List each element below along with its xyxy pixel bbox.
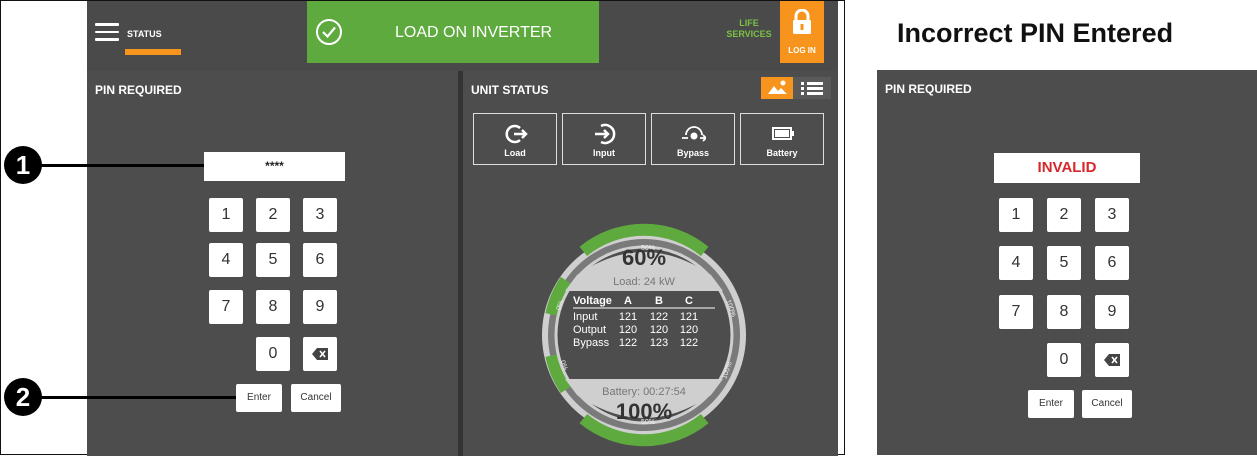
load-percent: 60% bbox=[622, 245, 666, 270]
status-gauge: 50% 0% 100% 0% 100% 50% 60% Load: 24 kW … bbox=[542, 223, 746, 447]
backspace-icon bbox=[312, 348, 328, 360]
input-row-c: 121 bbox=[680, 311, 698, 323]
backspace-icon bbox=[1104, 354, 1120, 366]
key-8[interactable]: 8 bbox=[256, 290, 290, 324]
pin-input[interactable]: **** bbox=[204, 152, 345, 181]
bypass-row-b: 123 bbox=[650, 337, 668, 349]
incorrect-panel-title: PIN REQUIRED bbox=[885, 82, 972, 96]
key-8[interactable]: 8 bbox=[1047, 295, 1081, 329]
key-4[interactable]: 4 bbox=[999, 246, 1033, 280]
login-button[interactable]: LOG IN bbox=[780, 1, 824, 63]
callout-2-line bbox=[34, 396, 236, 399]
lock-icon bbox=[793, 9, 811, 34]
backspace-key[interactable] bbox=[1095, 343, 1129, 377]
output-row-b: 120 bbox=[650, 324, 668, 336]
phase-a-header: A bbox=[624, 295, 632, 307]
input-row-label: Input bbox=[573, 311, 597, 323]
key-6[interactable]: 6 bbox=[1095, 246, 1129, 280]
key-7[interactable]: 7 bbox=[209, 290, 243, 324]
bypass-row-label: Bypass bbox=[573, 337, 610, 349]
banner-text: LOAD ON INVERTER bbox=[395, 24, 553, 41]
backspace-key[interactable] bbox=[303, 337, 337, 371]
unit-status-panel: UNIT STATUS Load Input Bypass Battery 50… bbox=[463, 71, 838, 456]
key-7[interactable]: 7 bbox=[999, 295, 1033, 329]
view-toggle[interactable] bbox=[761, 77, 831, 99]
incorrect-pin-panel: PIN REQUIRED INVALID 1 2 3 4 5 6 7 8 9 0… bbox=[877, 70, 1257, 455]
incorrect-pin-title: Incorrect PIN Entered bbox=[897, 18, 1174, 48]
status-tab[interactable]: STATUS bbox=[127, 29, 162, 39]
phase-c-header: C bbox=[685, 295, 693, 307]
login-label: LOG IN bbox=[788, 46, 816, 55]
check-circle-icon bbox=[316, 19, 342, 45]
left-screenshot-frame: STATUS LOAD ON INVERTER LIFE SERVICES LO… bbox=[0, 0, 845, 456]
callout-2: 2 bbox=[4, 378, 42, 416]
voltage-header: Voltage bbox=[573, 295, 612, 307]
bypass-row-c: 122 bbox=[680, 337, 698, 349]
key-4[interactable]: 4 bbox=[209, 243, 243, 277]
callout-1: 1 bbox=[4, 146, 42, 184]
key-6[interactable]: 6 bbox=[303, 243, 337, 277]
pin-panel-title: PIN REQUIRED bbox=[95, 83, 182, 97]
unit-status-title: UNIT STATUS bbox=[471, 83, 549, 97]
enter-button[interactable]: Enter bbox=[236, 384, 282, 412]
input-row-b: 122 bbox=[650, 311, 668, 323]
key-0[interactable]: 0 bbox=[256, 337, 290, 371]
battery-time-text: Battery: 00:27:54 bbox=[602, 386, 686, 398]
key-5[interactable]: 5 bbox=[1047, 246, 1081, 280]
key-9[interactable]: 9 bbox=[303, 290, 337, 324]
key-5[interactable]: 5 bbox=[256, 243, 290, 277]
cancel-button[interactable]: Cancel bbox=[1082, 390, 1132, 418]
key-3[interactable]: 3 bbox=[303, 198, 337, 232]
top-bar: STATUS LOAD ON INVERTER LIFE SERVICES LO… bbox=[87, 1, 838, 71]
key-3[interactable]: 3 bbox=[1095, 198, 1129, 232]
output-row-c: 120 bbox=[680, 324, 698, 336]
key-0[interactable]: 0 bbox=[1047, 343, 1081, 377]
key-2[interactable]: 2 bbox=[256, 198, 290, 232]
cancel-button[interactable]: Cancel bbox=[291, 384, 341, 412]
enter-button[interactable]: Enter bbox=[1028, 390, 1074, 418]
load-on-inverter-banner: LOAD ON INVERTER bbox=[307, 1, 599, 63]
life-services-link[interactable]: LIFE SERVICES bbox=[724, 18, 774, 40]
hamburger-menu-icon[interactable] bbox=[95, 23, 119, 41]
key-1[interactable]: 1 bbox=[209, 198, 243, 232]
output-row-a: 120 bbox=[619, 324, 637, 336]
load-kw-text: Load: 24 kW bbox=[613, 276, 675, 288]
invalid-pin-field[interactable]: INVALID bbox=[994, 153, 1140, 183]
key-1[interactable]: 1 bbox=[999, 198, 1033, 232]
key-9[interactable]: 9 bbox=[1095, 295, 1129, 329]
callout-1-line bbox=[34, 164, 204, 167]
output-row-label: Output bbox=[573, 324, 606, 336]
status-tab-indicator bbox=[125, 49, 181, 55]
input-row-a: 121 bbox=[619, 311, 637, 323]
key-2[interactable]: 2 bbox=[1047, 198, 1081, 232]
bypass-row-a: 122 bbox=[619, 337, 637, 349]
battery-percent: 100% bbox=[616, 399, 672, 424]
phase-b-header: B bbox=[655, 295, 663, 307]
